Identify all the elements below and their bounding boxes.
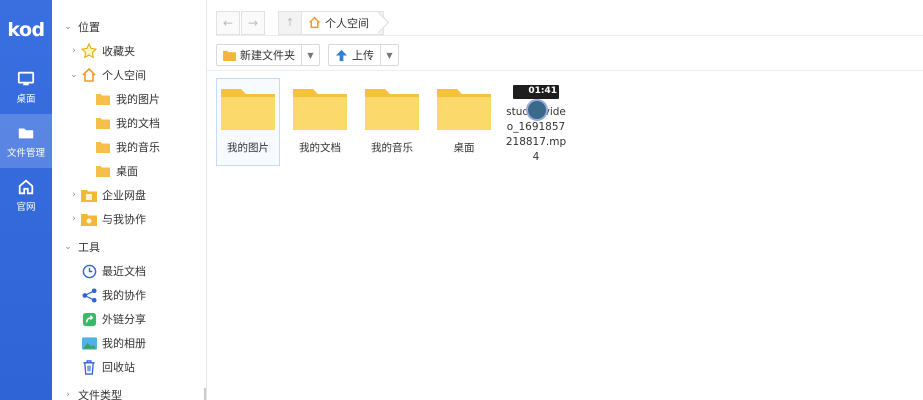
clock-icon: [80, 263, 98, 279]
rail-item-label: 官网: [16, 201, 36, 213]
shared-folder-icon: [80, 211, 98, 227]
folder-tree: ⌄ 位置 › 收藏夹 ⌄ 个人空间 我的图片 我的文档 我的音乐 桌面 › 企业…: [52, 0, 207, 400]
folder-icon: [437, 89, 491, 130]
rail-item-desktop[interactable]: 桌面: [0, 60, 52, 114]
breadcrumb-item[interactable]: 个人空间: [301, 11, 379, 34]
rail-item-website[interactable]: 官网: [0, 168, 52, 222]
upload-button[interactable]: 上传 ▼: [328, 44, 399, 66]
tree-item-my-pictures[interactable]: 我的图片: [52, 87, 206, 111]
external-share-icon: [80, 311, 98, 327]
chevron-down-icon: ⌄: [64, 22, 72, 32]
folder-icon: [94, 115, 112, 131]
tree-item-personal-space[interactable]: ⌄ 个人空间: [52, 63, 206, 87]
star-icon: [80, 43, 98, 59]
chevron-down-icon[interactable]: ▼: [380, 45, 398, 65]
music-video-icon: [526, 99, 548, 121]
tree-item-favorites[interactable]: › 收藏夹: [52, 39, 206, 63]
folder-icon: [94, 91, 112, 107]
image-icon: [80, 335, 98, 351]
app-rail: kod 桌面 文件管理 官网: [0, 0, 52, 400]
trash-icon: [80, 359, 98, 375]
new-folder-button[interactable]: 新建文件夹 ▼: [216, 44, 320, 66]
video-duration: 01:41: [528, 86, 557, 96]
video-thumbnail: 01:41: [513, 85, 559, 121]
chevron-right-icon: ›: [72, 190, 76, 200]
file-item-my-pictures[interactable]: 我的图片: [216, 78, 280, 166]
tree-item-my-collab[interactable]: 我的协作: [52, 283, 206, 307]
file-item-my-music[interactable]: 我的音乐: [360, 78, 424, 166]
up-button[interactable]: ↑: [279, 16, 301, 29]
folder-icon: [221, 89, 275, 130]
folder-icon: [94, 139, 112, 155]
chevron-down-icon: ⌄: [64, 242, 72, 252]
rail-item-label: 文件管理: [6, 147, 45, 159]
tree-section-location[interactable]: ⌄ 位置: [52, 15, 206, 39]
back-button[interactable]: ←: [216, 10, 240, 35]
file-item-video[interactable]: 01:41 studio_video_1691857218817.mp4: [504, 78, 568, 166]
folder-icon: [223, 50, 236, 61]
upload-arrow-icon: [335, 49, 348, 61]
file-item-my-documents[interactable]: 我的文档: [288, 78, 352, 166]
toolbar-divider: [207, 70, 923, 71]
folder-icon: [293, 89, 347, 130]
chevron-down-icon: ⌄: [70, 70, 78, 80]
brand-logo: kod: [7, 19, 45, 41]
main-panel: ← → ↑ 个人空间 新建文件夹 ▼ 上传 ▼ 我的图片 我的文档 我的音乐 桌…: [207, 0, 923, 400]
home-icon: [309, 16, 320, 29]
forward-button[interactable]: →: [241, 10, 265, 35]
desktop-icon: [17, 71, 35, 85]
tree-item-my-album[interactable]: 我的相册: [52, 331, 206, 355]
file-manager-app: kod 桌面 文件管理 官网 ⌄ 位置 › 收藏夹 ⌄ 个人空间 我的图片 我的…: [0, 0, 923, 400]
tree-item-my-music[interactable]: 我的音乐: [52, 135, 206, 159]
breadcrumb: ↑ 个人空间: [278, 10, 384, 35]
rail-item-label: 桌面: [16, 93, 36, 105]
tree-scrollbar[interactable]: [204, 388, 206, 400]
home-icon: [18, 179, 34, 194]
tree-item-desktop[interactable]: 桌面: [52, 159, 206, 183]
file-grid: 我的图片 我的文档 我的音乐 桌面 01:41 studio_video_169…: [216, 78, 576, 166]
folder-icon: [18, 128, 34, 138]
folder-icon: [94, 163, 112, 179]
folder-icon: [365, 89, 419, 130]
file-item-desktop[interactable]: 桌面: [432, 78, 496, 166]
share-nodes-icon: [80, 287, 98, 303]
chevron-right-icon: ›: [72, 214, 76, 224]
tree-section-file-types[interactable]: › 文件类型: [52, 383, 206, 400]
chevron-down-icon[interactable]: ▼: [301, 45, 319, 65]
address-bar: ← → ↑ 个人空间: [216, 10, 923, 36]
tree-item-link-share[interactable]: 外链分享: [52, 307, 206, 331]
home-icon: [80, 67, 98, 83]
tree-item-recent-docs[interactable]: 最近文档: [52, 259, 206, 283]
tree-item-shared-with-me[interactable]: › 与我协作: [52, 207, 206, 231]
tree-section-tools[interactable]: ⌄ 工具: [52, 235, 206, 259]
tree-item-recycle-bin[interactable]: 回收站: [52, 355, 206, 379]
toolbar: 新建文件夹 ▼ 上传 ▼: [216, 44, 399, 66]
chevron-right-icon: ›: [72, 46, 76, 56]
chevron-right-icon: ›: [66, 390, 70, 400]
tree-item-enterprise-drive[interactable]: › 企业网盘: [52, 183, 206, 207]
rail-item-file-manager[interactable]: 文件管理: [0, 114, 52, 168]
tree-item-my-documents[interactable]: 我的文档: [52, 111, 206, 135]
building-folder-icon: [80, 187, 98, 203]
